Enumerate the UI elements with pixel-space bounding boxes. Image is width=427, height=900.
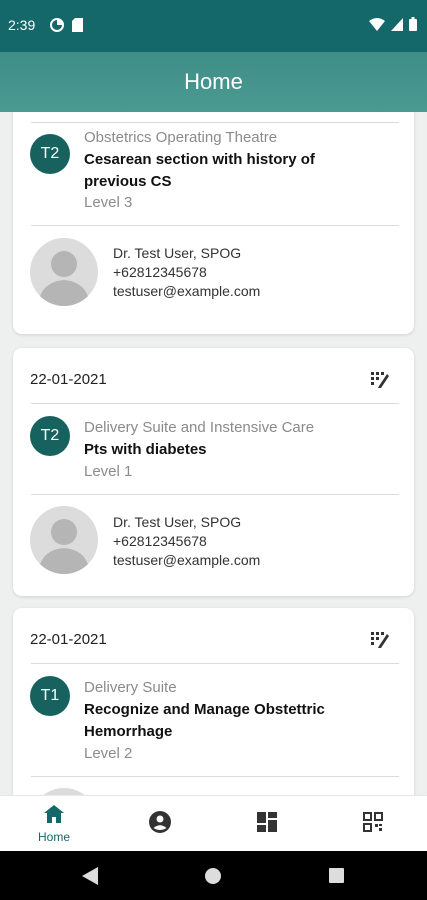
status-system-icons — [369, 17, 417, 36]
status-time: 2:39 — [8, 17, 36, 33]
department-label: Delivery Suite — [84, 679, 177, 696]
divider — [31, 122, 399, 123]
doctor-phone: +62812345678 — [113, 533, 207, 549]
person-placeholder-icon — [38, 519, 90, 574]
case-title-line2: Hemorrhage — [84, 723, 173, 740]
schedule-card[interactable]: 22-01-2021 T2 Delivery Suite and Instens… — [13, 348, 414, 596]
nav-profile[interactable] — [110, 796, 210, 852]
department-label: Delivery Suite and Instensive Care — [84, 419, 315, 436]
divider — [31, 494, 399, 495]
data-saver-icon — [50, 18, 64, 37]
home-icon — [44, 804, 64, 828]
system-navigation-bar — [0, 851, 427, 900]
doctor-email: testuser@example.com — [113, 552, 261, 568]
card-date: 22-01-2021 — [30, 631, 107, 648]
case-title-line1: Pts with diabetes — [84, 441, 207, 458]
divider — [31, 225, 399, 226]
dashboard-icon — [257, 811, 277, 837]
tier-badge: T2 — [30, 416, 70, 456]
avatar — [30, 238, 98, 306]
cell-signal-icon — [391, 17, 403, 36]
schedule-list[interactable]: T2 Obstetrics Operating Theatre Cesarean… — [0, 112, 427, 795]
avatar — [30, 788, 98, 795]
page-title: Home — [184, 69, 243, 94]
level-label: Level 1 — [84, 463, 133, 480]
nav-dashboard[interactable] — [217, 796, 317, 852]
doctor-name: Dr. Test User, SPOG — [113, 514, 242, 530]
qr-edit-icon[interactable] — [370, 630, 390, 650]
schedule-card[interactable]: 22-01-2021 T1 Delivery Suite Recognize a… — [13, 608, 414, 795]
divider — [31, 403, 399, 404]
account-circle-icon — [149, 810, 171, 838]
divider — [31, 663, 399, 664]
status-bar: 2:39 — [0, 0, 427, 52]
doctor-name: Dr. Test User, SPOG — [113, 245, 242, 261]
department-label: Obstetrics Operating Theatre — [84, 129, 278, 146]
nav-home-label: Home — [37, 829, 70, 844]
avatar — [30, 506, 98, 574]
doctor-email: testuser@example.com — [113, 283, 261, 299]
case-title-line2: previous CS — [84, 173, 172, 190]
wifi-icon — [369, 17, 385, 36]
app-bar: Home — [0, 52, 427, 112]
card-date: 22-01-2021 — [30, 371, 107, 388]
nav-qr[interactable] — [323, 796, 423, 852]
bottom-navigation: Home — [0, 795, 427, 851]
home-circle-icon[interactable] — [205, 868, 221, 889]
status-notification-icons — [50, 18, 83, 37]
recents-icon[interactable] — [329, 868, 344, 888]
sd-card-icon — [72, 18, 83, 37]
case-title-line1: Cesarean section with history of — [84, 151, 315, 168]
level-label: Level 2 — [84, 745, 133, 762]
tier-badge: T1 — [30, 676, 70, 716]
doctor-phone: +62812345678 — [113, 264, 207, 280]
level-label: Level 3 — [84, 194, 133, 211]
qr-code-icon — [363, 811, 383, 837]
case-title-line1: Recognize and Manage Obstettric — [84, 701, 325, 718]
person-placeholder-icon — [38, 251, 90, 306]
qr-edit-icon[interactable] — [370, 370, 390, 390]
battery-icon — [409, 17, 417, 36]
schedule-card[interactable]: T2 Obstetrics Operating Theatre Cesarean… — [13, 112, 414, 334]
nav-home[interactable]: Home — [4, 796, 104, 852]
divider — [31, 776, 399, 777]
back-icon[interactable] — [82, 867, 98, 890]
tier-badge: T2 — [30, 134, 70, 174]
